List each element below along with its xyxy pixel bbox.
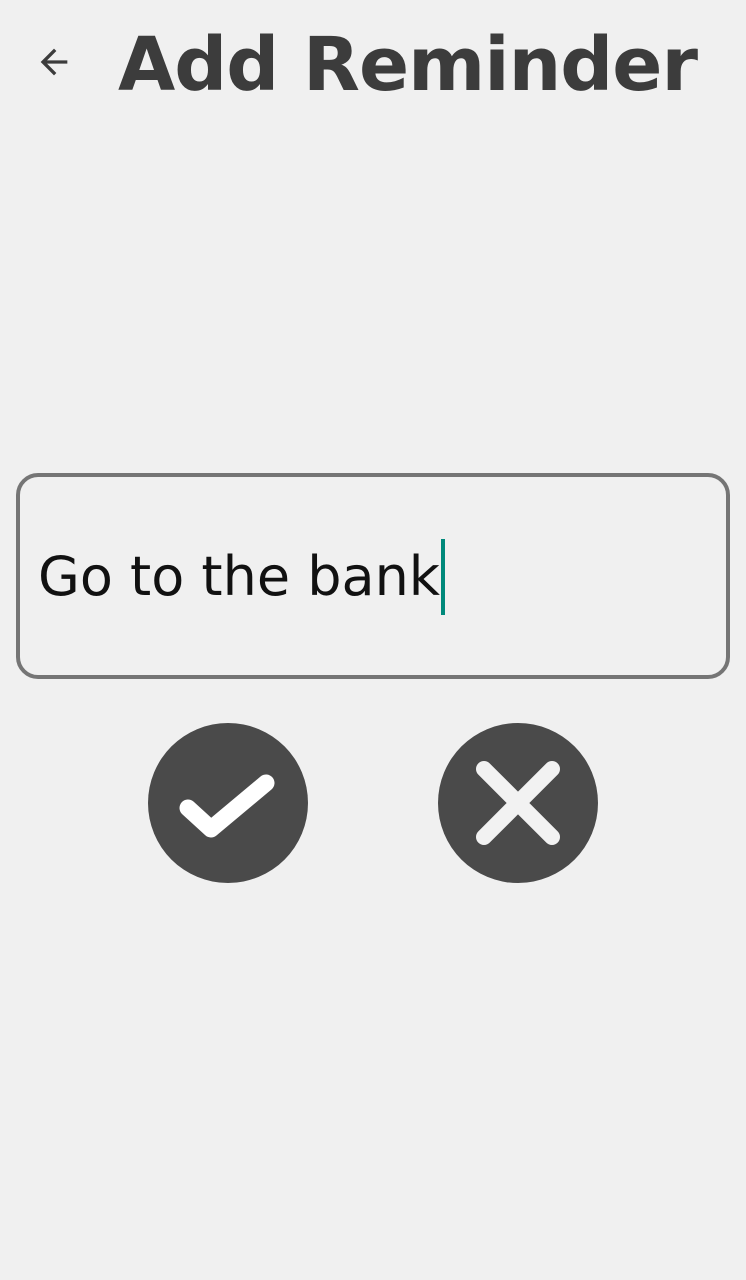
arrow-back-icon — [40, 48, 68, 76]
confirm-button[interactable] — [148, 723, 308, 883]
page-title: Add Reminder — [118, 22, 698, 108]
cancel-button[interactable] — [438, 723, 598, 883]
text-cursor — [441, 539, 446, 615]
checkmark-icon — [179, 774, 275, 838]
close-icon — [476, 761, 560, 845]
reminder-input-value: Go to the bank — [38, 545, 441, 608]
reminder-input[interactable]: Go to the bank — [16, 473, 730, 679]
app-bar: Add Reminder — [0, 0, 746, 130]
reminder-input-text[interactable]: Go to the bank — [38, 539, 446, 615]
back-button[interactable] — [22, 30, 86, 94]
